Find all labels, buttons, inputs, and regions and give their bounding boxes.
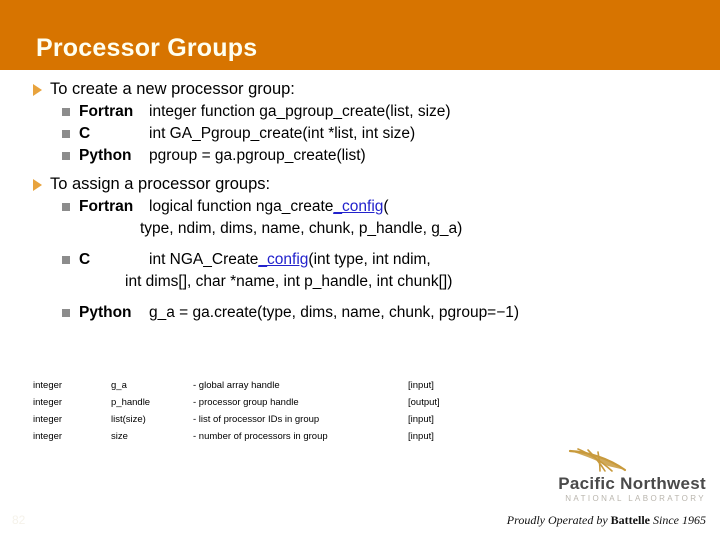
logo-subtitle: NATIONAL LABORATORY bbox=[565, 494, 706, 503]
signature-suffix: ( bbox=[383, 198, 389, 215]
param-io: [input] bbox=[408, 431, 434, 442]
bullet-level2: C int NGA_Create_config(int type, int nd… bbox=[0, 249, 720, 271]
signature-suffix: (int type, int ndim, bbox=[308, 251, 431, 268]
section-heading: To create a new processor group: bbox=[50, 80, 295, 98]
language-label: Fortran bbox=[79, 198, 134, 215]
triangle-bullet-icon bbox=[33, 84, 42, 96]
table-row: integer list(size) - list of processor I… bbox=[33, 414, 468, 431]
param-name: size bbox=[111, 431, 128, 442]
param-name: g_a bbox=[111, 380, 127, 391]
language-label: Python bbox=[79, 147, 132, 164]
bullet-level2: Python pgroup = ga.pgroup_create(list) bbox=[0, 145, 720, 167]
param-type: integer bbox=[33, 380, 63, 391]
api-signature: int GA_Pgroup_create(int *list, int size… bbox=[149, 125, 416, 142]
pnnl-logo: Pacific Northwest NATIONAL LABORATORY Pr… bbox=[456, 448, 706, 527]
signature-prefix: logical function nga_create bbox=[149, 198, 334, 215]
param-description: - processor group handle bbox=[193, 397, 299, 408]
language-label: Python bbox=[79, 304, 132, 321]
tagline-suffix: Since 1965 bbox=[650, 513, 706, 527]
param-description: - list of processor IDs in group bbox=[193, 414, 320, 425]
bullet-level2: Python g_a = ga.create(type, dims, name,… bbox=[0, 302, 720, 324]
api-signature: logical function nga_create_config( bbox=[149, 196, 389, 218]
param-description: - global array handle bbox=[193, 380, 280, 391]
table-row: integer p_handle - processor group handl… bbox=[33, 397, 468, 414]
param-type: integer bbox=[33, 397, 63, 408]
language-label: C bbox=[79, 125, 91, 142]
square-bullet-icon bbox=[62, 108, 70, 116]
page-title: Processor Groups bbox=[36, 34, 258, 62]
bullet-level2: C int GA_Pgroup_create(int *list, int si… bbox=[0, 123, 720, 145]
logo-tagline: Proudly Operated by Battelle Since 1965 bbox=[456, 513, 706, 527]
table-row: integer size - number of processors in g… bbox=[33, 431, 468, 448]
api-signature: pgroup = ga.pgroup_create(list) bbox=[149, 147, 366, 164]
signature-continuation: type, ndim, dims, name, chunk, p_handle,… bbox=[140, 220, 463, 237]
tagline-prefix: Proudly Operated by bbox=[506, 513, 611, 527]
page-number: 82 bbox=[12, 513, 26, 527]
api-signature: integer function ga_pgroup_create(list, … bbox=[149, 103, 451, 120]
param-name: p_handle bbox=[111, 397, 151, 408]
config-link[interactable]: _config bbox=[333, 198, 383, 215]
bullet-level2: Fortran integer function ga_pgroup_creat… bbox=[0, 101, 720, 123]
language-label: Fortran bbox=[79, 103, 134, 120]
parameter-table: integer g_a - global array handle [input… bbox=[33, 380, 468, 448]
language-label: C bbox=[79, 251, 91, 268]
swoosh-icon bbox=[568, 448, 627, 472]
signature-continuation-row: int dims[], char *name, int p_handle, in… bbox=[0, 271, 720, 293]
bullet-level2: Fortran logical function nga_create_conf… bbox=[0, 196, 720, 218]
section-heading: To assign a processor groups: bbox=[50, 175, 271, 193]
api-signature: int NGA_Create_config(int type, int ndim… bbox=[149, 249, 431, 271]
square-bullet-icon bbox=[62, 309, 70, 317]
signature-continuation: int dims[], char *name, int p_handle, in… bbox=[125, 273, 453, 290]
param-type: integer bbox=[33, 431, 63, 442]
param-name: list(size) bbox=[111, 414, 146, 425]
square-bullet-icon bbox=[62, 152, 70, 160]
logo-name: Pacific Northwest bbox=[558, 474, 706, 493]
param-io: [input] bbox=[408, 414, 434, 425]
param-io: [input] bbox=[408, 380, 434, 391]
square-bullet-icon bbox=[62, 256, 70, 264]
tagline-brand: Battelle bbox=[610, 513, 650, 527]
config-link[interactable]: _config bbox=[258, 251, 308, 268]
param-description: - number of processors in group bbox=[193, 431, 328, 442]
signature-prefix: int NGA_Create bbox=[149, 251, 259, 268]
table-row: integer g_a - global array handle [input… bbox=[33, 380, 468, 397]
slide-content: To create a new processor group: Fortran… bbox=[0, 78, 720, 324]
param-type: integer bbox=[33, 414, 63, 425]
api-signature: g_a = ga.create(type, dims, name, chunk,… bbox=[149, 304, 520, 321]
bullet-level1: To assign a processor groups: bbox=[0, 173, 720, 195]
triangle-bullet-icon bbox=[33, 179, 42, 191]
param-io: [output] bbox=[408, 397, 440, 408]
square-bullet-icon bbox=[62, 203, 70, 211]
square-bullet-icon bbox=[62, 130, 70, 138]
bullet-level1: To create a new processor group: bbox=[0, 78, 720, 100]
signature-continuation-row: type, ndim, dims, name, chunk, p_handle,… bbox=[0, 218, 720, 240]
